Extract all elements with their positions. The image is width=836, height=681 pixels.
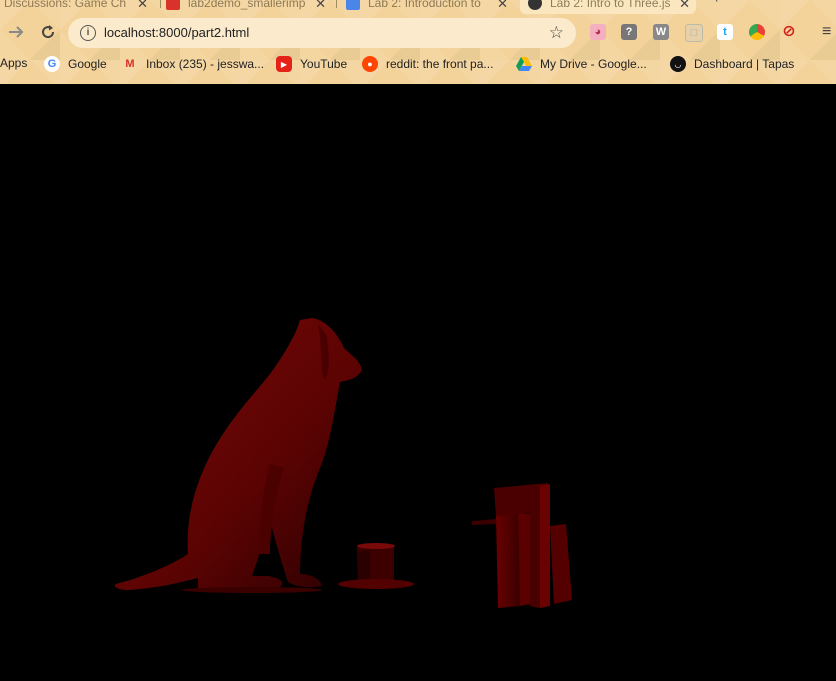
- bookmark-inbox[interactable]: M Inbox (235) - jesswa...: [122, 56, 264, 72]
- gmail-favicon-icon: [166, 0, 180, 10]
- tab-title: Discussions: Game Ch: [4, 0, 127, 10]
- bookmark-label: Inbox (235) - jesswa...: [146, 57, 265, 71]
- reload-icon[interactable]: [36, 20, 60, 44]
- close-icon[interactable]: ✕: [315, 0, 326, 12]
- tab-lab2-threejs[interactable]: Lab 2: Intro to Three.js ✕: [520, 0, 696, 14]
- books-model: [472, 483, 572, 608]
- cup-side: [357, 550, 370, 584]
- bookmarks-bar: Apps G Google M Inbox (235) - jesswa... …: [0, 54, 836, 76]
- bookmark-label: My Drive - Google...: [540, 57, 647, 71]
- tab-strip: Discussions: Game Ch ✕ lab2demo_smalleri…: [0, 0, 836, 14]
- saucer: [338, 579, 414, 589]
- twitter-icon[interactable]: t: [717, 24, 733, 40]
- chrome-extension-icon[interactable]: [749, 24, 765, 40]
- cup-rim: [357, 543, 395, 549]
- youtube-icon: ▶: [276, 56, 292, 72]
- book-spine-3: [530, 510, 540, 608]
- close-icon[interactable]: ✕: [679, 0, 690, 12]
- new-tab-icon[interactable]: +: [712, 0, 721, 8]
- bookmark-label: YouTube: [300, 57, 348, 71]
- bookmark-label: Dashboard | Tapas: [694, 57, 795, 71]
- book-spine-4: [540, 484, 550, 608]
- bookmark-drive[interactable]: My Drive - Google...: [516, 56, 647, 72]
- extension-w-icon[interactable]: W: [653, 24, 669, 40]
- info-icon[interactable]: i: [80, 25, 96, 41]
- book-shadow: [472, 519, 496, 525]
- tab-discussions[interactable]: Discussions: Game Ch ✕: [4, 0, 154, 14]
- bookmark-label: Apps: [0, 56, 28, 70]
- browser-chrome: Discussions: Game Ch ✕ lab2demo_smalleri…: [0, 0, 836, 84]
- tapas-icon: ◡: [670, 56, 686, 72]
- google-icon: G: [44, 56, 60, 72]
- bookmark-star-icon[interactable]: ☆: [549, 23, 564, 43]
- scene-render: [114, 318, 572, 608]
- bookmark-label: Google: [68, 57, 107, 71]
- blocker-icon[interactable]: ⊘: [781, 24, 797, 40]
- address-bar[interactable]: i localhost:8000/part2.html ☆: [68, 18, 576, 48]
- bookmark-reddit[interactable]: ● reddit: the front pa...: [362, 56, 493, 72]
- tab-title: Lab 2: Introduction to: [368, 0, 481, 10]
- dog-shadow: [182, 587, 322, 593]
- close-icon[interactable]: ✕: [497, 0, 508, 12]
- bookmark-tapas[interactable]: ◡ Dashboard | Tapas: [670, 56, 794, 72]
- toolbar: i localhost:8000/part2.html ☆ ◕ ? W □ t …: [0, 16, 836, 50]
- threejs-favicon-icon: [528, 0, 542, 10]
- tab-separator: [160, 0, 161, 8]
- book-spine-1: [496, 514, 520, 608]
- close-icon[interactable]: ✕: [137, 0, 148, 12]
- cup-model: [338, 543, 414, 589]
- url-text[interactable]: localhost:8000/part2.html: [104, 25, 249, 40]
- book-spine-2: [518, 514, 530, 606]
- dog-model: [114, 318, 363, 593]
- reddit-icon: ●: [362, 56, 378, 72]
- bookmark-apps[interactable]: Apps: [0, 56, 27, 70]
- webgl-canvas[interactable]: [0, 84, 836, 676]
- gmail-icon: M: [125, 58, 135, 70]
- book-leaning: [550, 524, 572, 604]
- extension-box-icon[interactable]: □: [685, 24, 703, 42]
- bookmark-google[interactable]: G Google: [44, 56, 107, 72]
- menu-icon[interactable]: ≡: [822, 23, 831, 41]
- tab-title: Lab 2: Intro to Three.js: [550, 0, 671, 10]
- tab-separator: [336, 0, 337, 8]
- forward-arrow-icon[interactable]: [4, 20, 28, 44]
- extension-help-icon[interactable]: ?: [621, 24, 637, 40]
- tab-lab2-introduction[interactable]: Lab 2: Introduction to ✕: [346, 0, 514, 14]
- bookmark-youtube[interactable]: ▶ YouTube: [276, 56, 347, 72]
- tab-title: lab2demo_smallerimp: [188, 0, 306, 10]
- bookmark-label: reddit: the front pa...: [386, 57, 494, 71]
- docs-favicon-icon: [346, 0, 360, 10]
- tab-lab2demo[interactable]: lab2demo_smallerimp ✕: [166, 0, 332, 14]
- extension-cat-icon[interactable]: ◕: [590, 24, 606, 40]
- drive-icon: [516, 56, 532, 72]
